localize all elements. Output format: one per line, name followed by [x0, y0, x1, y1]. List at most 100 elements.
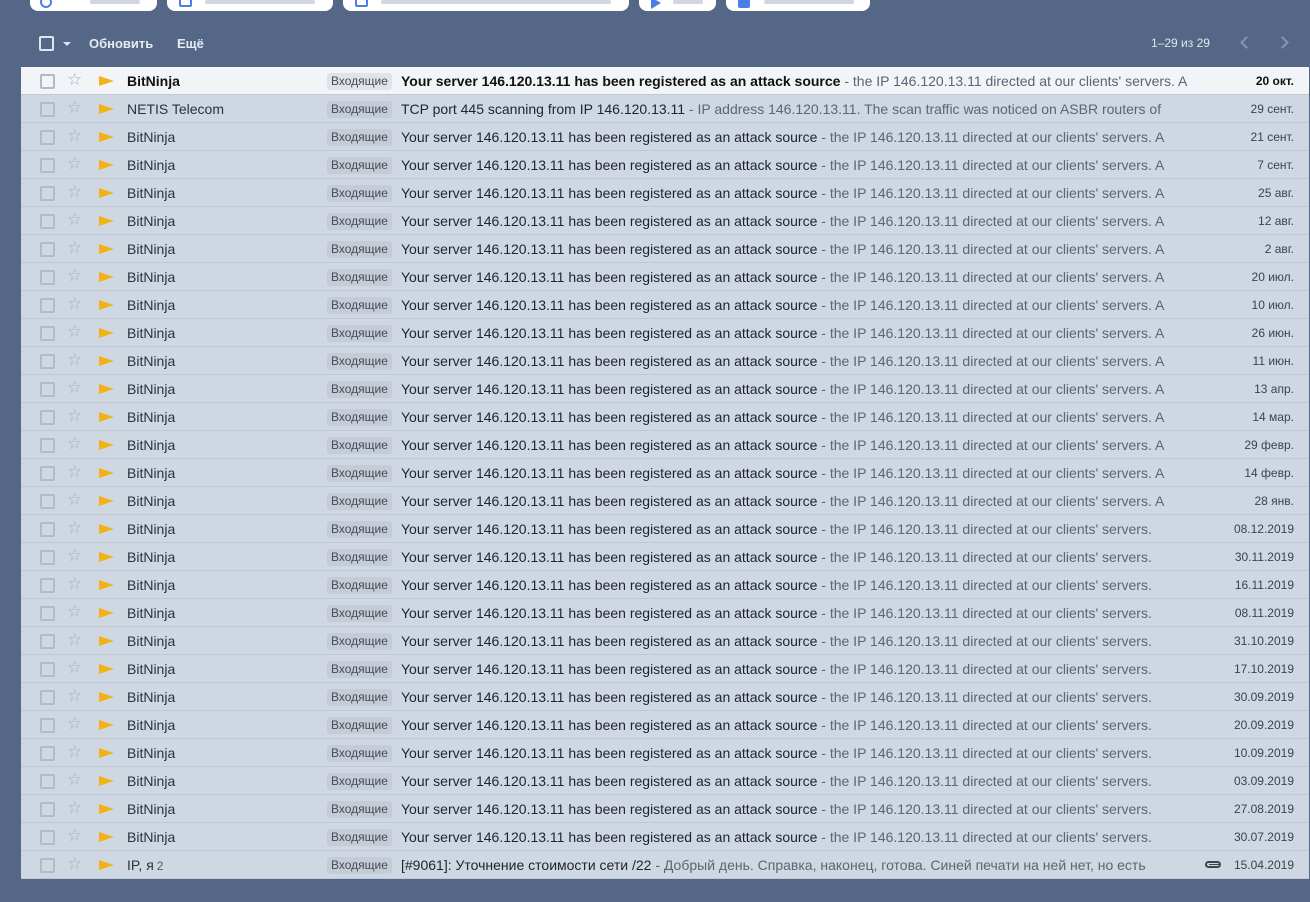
label-badge[interactable]: Входящие: [327, 409, 392, 426]
email-row[interactable]: ☆ BitNinja Входящие Your server 146.120.13.…: [21, 543, 1309, 571]
email-row[interactable]: ☆ BitNinja Входящие Your server 146.120.13.…: [21, 627, 1309, 655]
importance-marker-icon[interactable]: [99, 384, 114, 394]
email-row[interactable]: ☆ BitNinja Входящие Your server 146.120.13.…: [21, 235, 1309, 263]
label-badge[interactable]: Входящие: [327, 213, 392, 230]
star-icon[interactable]: ☆: [67, 323, 82, 341]
label-badge[interactable]: Входящие: [327, 745, 392, 762]
importance-marker-icon[interactable]: [99, 104, 114, 114]
email-row[interactable]: ☆ BitNinja Входящие Your server 146.120.13.…: [21, 571, 1309, 599]
label-badge[interactable]: Входящие: [327, 381, 392, 398]
email-row[interactable]: ☆ BitNinja Входящие Your server 146.120.13.…: [21, 823, 1309, 851]
star-icon[interactable]: ☆: [67, 211, 82, 229]
row-checkbox-icon[interactable]: [40, 718, 55, 733]
row-checkbox-icon[interactable]: [40, 858, 55, 873]
email-row[interactable]: ☆ NETIS Telecom Входящие TCP port 445 scann…: [21, 95, 1309, 123]
star-icon[interactable]: ☆: [67, 71, 82, 89]
importance-marker-icon[interactable]: [99, 720, 114, 730]
importance-marker-icon[interactable]: [99, 328, 114, 338]
email-row[interactable]: ☆ BitNinja Входящие Your server 146.120.13.…: [21, 179, 1309, 207]
importance-marker-icon[interactable]: [99, 412, 114, 422]
email-row[interactable]: ☆ BitNinja Входящие Your server 146.120.13.…: [21, 291, 1309, 319]
star-icon[interactable]: ☆: [67, 351, 82, 369]
star-icon[interactable]: ☆: [67, 267, 82, 285]
label-badge[interactable]: Входящие: [327, 605, 392, 622]
label-badge[interactable]: Входящие: [327, 185, 392, 202]
chip-button-1[interactable]: [30, 0, 157, 11]
star-icon[interactable]: ☆: [67, 631, 82, 649]
label-badge[interactable]: Входящие: [327, 857, 392, 874]
importance-marker-icon[interactable]: [99, 356, 114, 366]
email-row[interactable]: ☆ BitNinja Входящие Your server 146.120.13.…: [21, 431, 1309, 459]
star-icon[interactable]: ☆: [67, 491, 82, 509]
email-row[interactable]: ☆ BitNinja Входящие Your server 146.120.13.…: [21, 655, 1309, 683]
row-checkbox-icon[interactable]: [40, 410, 55, 425]
row-checkbox-icon[interactable]: [40, 690, 55, 705]
importance-marker-icon[interactable]: [99, 748, 114, 758]
label-badge[interactable]: Входящие: [327, 101, 392, 118]
row-checkbox-icon[interactable]: [40, 578, 55, 593]
star-icon[interactable]: ☆: [67, 155, 82, 173]
row-checkbox-icon[interactable]: [40, 186, 55, 201]
email-row[interactable]: ☆ BitNinja Входящие Your server 146.120.13.…: [21, 67, 1309, 95]
row-checkbox-icon[interactable]: [40, 326, 55, 341]
star-icon[interactable]: ☆: [67, 379, 82, 397]
row-checkbox-icon[interactable]: [40, 270, 55, 285]
row-checkbox-icon[interactable]: [40, 774, 55, 789]
label-badge[interactable]: Входящие: [327, 129, 392, 146]
importance-marker-icon[interactable]: [99, 524, 114, 534]
label-badge[interactable]: Входящие: [327, 297, 392, 314]
star-icon[interactable]: ☆: [67, 687, 82, 705]
row-checkbox-icon[interactable]: [40, 102, 55, 117]
importance-marker-icon[interactable]: [99, 160, 114, 170]
label-badge[interactable]: Входящие: [327, 241, 392, 258]
label-badge[interactable]: Входящие: [327, 661, 392, 678]
importance-marker-icon[interactable]: [99, 440, 114, 450]
star-icon[interactable]: ☆: [67, 771, 82, 789]
label-badge[interactable]: Входящие: [327, 353, 392, 370]
row-checkbox-icon[interactable]: [40, 214, 55, 229]
newer-page-chevron-left-icon[interactable]: [1240, 36, 1253, 49]
importance-marker-icon[interactable]: [99, 132, 114, 142]
older-page-chevron-right-icon[interactable]: [1276, 36, 1289, 49]
label-badge[interactable]: Входящие: [327, 437, 392, 454]
email-row[interactable]: ☆ BitNinja Входящие Your server 146.120.13.…: [21, 403, 1309, 431]
importance-marker-icon[interactable]: [99, 272, 114, 282]
star-icon[interactable]: ☆: [67, 855, 82, 873]
email-row[interactable]: ☆ IP, я 2 Входящие [#9061]: Уточнение стоимо…: [21, 851, 1309, 879]
row-checkbox-icon[interactable]: [40, 438, 55, 453]
row-checkbox-icon[interactable]: [40, 382, 55, 397]
email-row[interactable]: ☆ BitNinja Входящие Your server 146.120.13.…: [21, 515, 1309, 543]
star-icon[interactable]: ☆: [67, 827, 82, 845]
importance-marker-icon[interactable]: [99, 216, 114, 226]
label-badge[interactable]: Входящие: [327, 269, 392, 286]
row-checkbox-icon[interactable]: [40, 242, 55, 257]
row-checkbox-icon[interactable]: [40, 130, 55, 145]
email-row[interactable]: ☆ BitNinja Входящие Your server 146.120.13.…: [21, 207, 1309, 235]
row-checkbox-icon[interactable]: [40, 298, 55, 313]
row-checkbox-icon[interactable]: [40, 522, 55, 537]
row-checkbox-icon[interactable]: [40, 466, 55, 481]
row-checkbox-icon[interactable]: [40, 550, 55, 565]
email-row[interactable]: ☆ BitNinja Входящие Your server 146.120.13.…: [21, 347, 1309, 375]
importance-marker-icon[interactable]: [99, 832, 114, 842]
star-icon[interactable]: ☆: [67, 799, 82, 817]
email-row[interactable]: ☆ BitNinja Входящие Your server 146.120.13.…: [21, 683, 1309, 711]
importance-marker-icon[interactable]: [99, 188, 114, 198]
chip-button-2[interactable]: [167, 0, 333, 11]
email-row[interactable]: ☆ BitNinja Входящие Your server 146.120.13.…: [21, 795, 1309, 823]
importance-marker-icon[interactable]: [99, 664, 114, 674]
email-row[interactable]: ☆ BitNinja Входящие Your server 146.120.13.…: [21, 767, 1309, 795]
label-badge[interactable]: Входящие: [327, 577, 392, 594]
email-row[interactable]: ☆ BitNinja Входящие Your server 146.120.13.…: [21, 151, 1309, 179]
row-checkbox-icon[interactable]: [40, 158, 55, 173]
email-row[interactable]: ☆ BitNinja Входящие Your server 146.120.13.…: [21, 739, 1309, 767]
label-badge[interactable]: Входящие: [327, 717, 392, 734]
star-icon[interactable]: ☆: [67, 183, 82, 201]
email-row[interactable]: ☆ BitNinja Входящие Your server 146.120.13.…: [21, 487, 1309, 515]
label-badge[interactable]: Входящие: [327, 549, 392, 566]
importance-marker-icon[interactable]: [99, 608, 114, 618]
star-icon[interactable]: ☆: [67, 743, 82, 761]
select-all-checkbox-icon[interactable]: [39, 36, 54, 51]
row-checkbox-icon[interactable]: [40, 802, 55, 817]
email-row[interactable]: ☆ BitNinja Входящие Your server 146.120.13.…: [21, 319, 1309, 347]
